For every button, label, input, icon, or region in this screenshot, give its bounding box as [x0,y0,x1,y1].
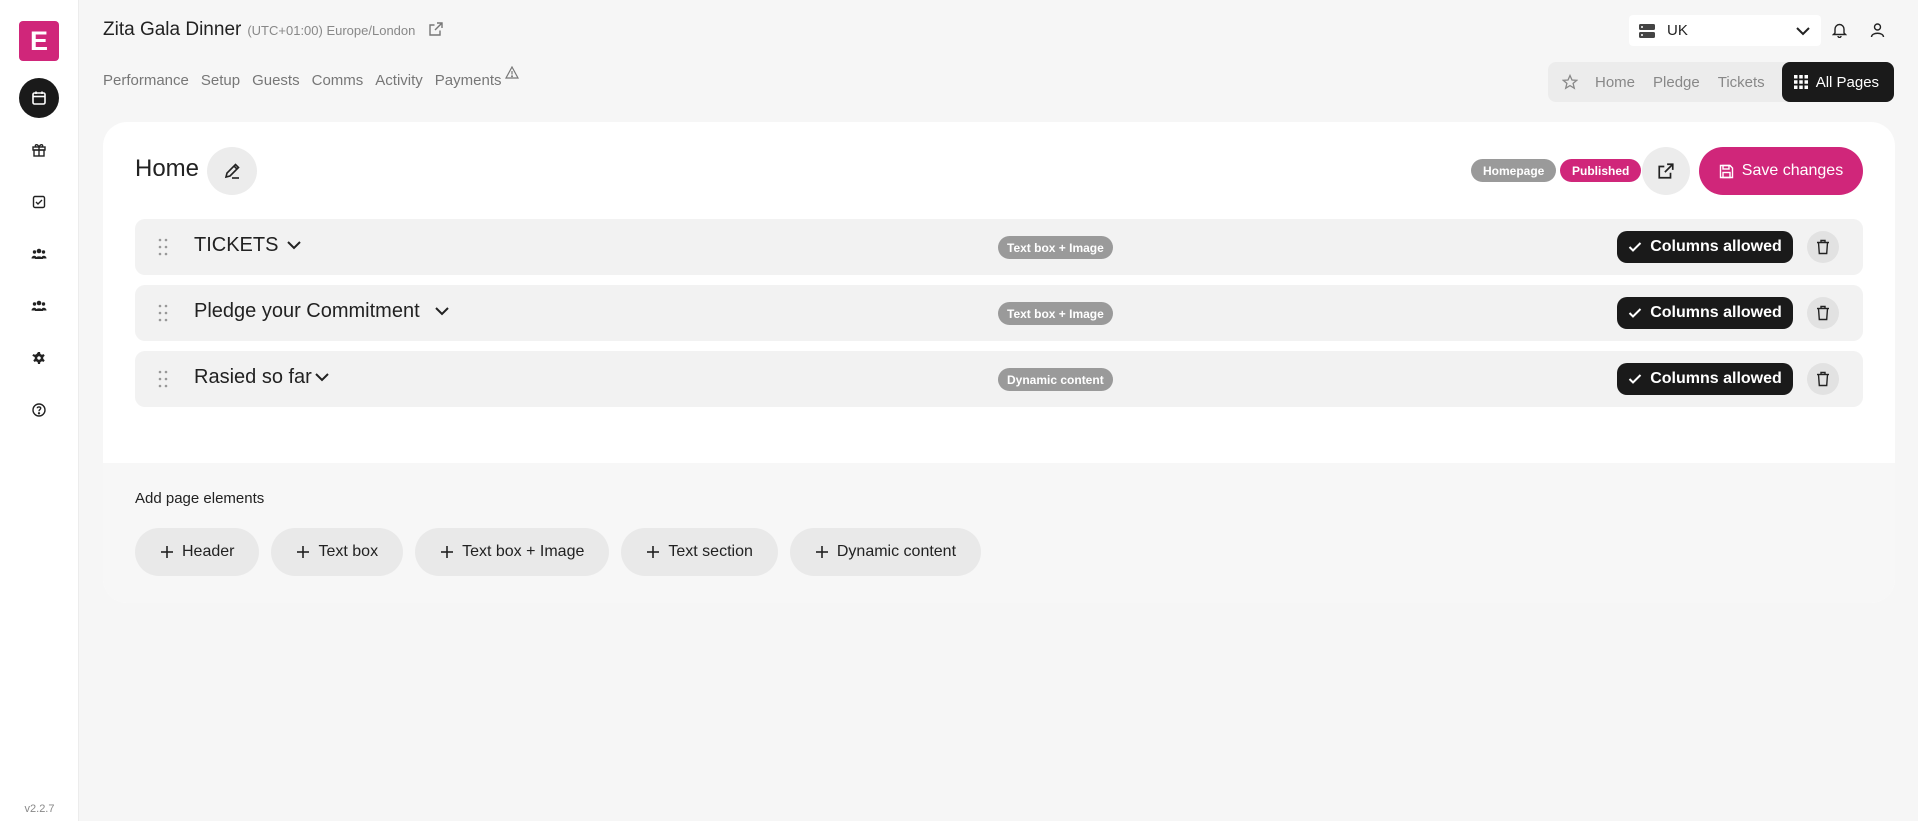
plus-icon [647,546,660,558]
team-icon[interactable] [19,286,59,326]
homepage-badge: Homepage [1471,159,1557,182]
drag-handle-icon[interactable] [158,238,168,256]
star-icon[interactable] [1562,74,1578,90]
plus-icon [441,546,454,558]
add-text-section-button[interactable]: Text section [621,528,778,576]
trash-icon [1817,305,1829,321]
add-elements-buttons: Header Text box Text box + Image Text se… [135,528,982,576]
all-pages-button[interactable]: All Pages [1781,62,1895,102]
event-nav-tabs: Performance Setup Guests Comms Activity … [103,65,519,89]
add-text-box-image-label: Text box + Image [462,543,585,560]
user-icon[interactable] [1870,22,1885,43]
plus-icon [161,546,173,558]
section-type-badge: Text box + Image [998,236,1113,259]
section-title: TICKETS [194,234,279,256]
bell-icon[interactable] [1831,22,1848,43]
quick-page-home[interactable]: Home [1586,74,1644,91]
page-editor-card: Home Homepage Published Save changes TIC… [103,122,1895,603]
columns-allowed-label: Columns allowed [1650,304,1782,321]
section-row: Pledge your Commitment Text box + Image … [135,285,1863,341]
section-row: TICKETS Text box + Image Columns allowed [135,219,1863,275]
chevron-down-icon[interactable] [434,306,450,316]
sidebar: E v2.2.7 [0,0,79,821]
calendar-icon[interactable] [19,78,59,118]
save-changes-button[interactable]: Save changes [1699,147,1863,195]
section-type-badge: Dynamic content [998,368,1113,391]
tab-comms[interactable]: Comms [312,72,364,89]
open-page-button[interactable] [1642,147,1690,195]
add-text-box-image-button[interactable]: Text box + Image [415,528,610,576]
edit-page-name-button[interactable] [207,147,257,195]
trash-icon [1817,239,1829,255]
add-text-box-button[interactable]: Text box [271,528,404,576]
app-version: v2.2.7 [24,803,55,815]
tab-payments: Payments [434,72,502,89]
all-pages-label: All Pages [1815,73,1880,91]
pencil-icon [224,163,240,179]
chevron-down-icon[interactable] [286,240,302,250]
help-icon[interactable] [19,390,59,430]
quick-page-pledge[interactable]: Pledge [1644,74,1709,91]
add-dynamic-content-label: Dynamic content [836,543,957,560]
add-text-section-label: Text section [668,543,753,560]
columns-allowed-toggle[interactable]: Columns allowed [1617,231,1793,263]
section-title: Pledge your Commitment [194,300,420,322]
app-logo[interactable]: E [19,21,59,61]
add-elements-title: Add page elements [135,490,265,507]
guests-icon[interactable] [19,234,59,274]
columns-allowed-toggle[interactable]: Columns allowed [1617,363,1793,395]
plus-icon [297,546,310,558]
event-name: Zita Gala Dinner [103,19,242,40]
event-title: Zita Gala Dinner (UTC+01:00) Europe/Lond… [103,19,415,41]
logo-letter: E [29,25,48,56]
published-badge: Published [1560,159,1642,182]
add-header-button[interactable]: Header [135,528,260,576]
gift-icon[interactable] [19,130,59,170]
tab-activity[interactable]: Activity [375,72,423,89]
section-row: Rasied so far Dynamic content Columns al… [135,351,1863,407]
plus-icon [815,546,828,558]
page-title: Home [135,155,200,182]
check-icon [1628,242,1642,252]
quick-page-tickets[interactable]: Tickets [1709,74,1774,91]
tab-payments-wrap[interactable]: Payments [434,65,519,89]
quick-pages-bar: Home Pledge Tickets All Pages [1548,62,1895,102]
delete-section-button[interactable] [1807,297,1839,329]
section-type-badge: Text box + Image [998,302,1113,325]
save-icon [1719,164,1733,178]
columns-allowed-label: Columns allowed [1650,238,1782,255]
open-event-external-icon[interactable] [428,21,444,42]
delete-section-button[interactable] [1807,231,1839,263]
event-timezone: (UTC+01:00) Europe/London [247,23,416,38]
warning-icon [504,65,519,79]
chevron-down-icon[interactable] [314,372,330,382]
settings-icon[interactable] [19,338,59,378]
server-icon [1639,23,1655,38]
columns-allowed-label: Columns allowed [1650,370,1782,387]
tab-performance[interactable]: Performance [103,72,189,89]
checklist-icon[interactable] [19,182,59,222]
region-label: UK [1667,22,1688,39]
add-header-label: Header [182,543,235,560]
drag-handle-icon[interactable] [158,370,168,388]
tab-setup[interactable]: Setup [201,72,240,89]
add-dynamic-content-button[interactable]: Dynamic content [789,528,982,576]
columns-allowed-toggle[interactable]: Columns allowed [1617,297,1793,329]
region-select[interactable]: UK [1629,15,1821,46]
add-elements-panel: Add page elements Header Text box Text b… [103,463,1895,603]
section-title: Rasied so far [194,366,312,388]
external-link-icon [1658,163,1674,179]
drag-handle-icon[interactable] [158,304,168,322]
add-text-box-label: Text box [318,543,379,560]
delete-section-button[interactable] [1807,363,1839,395]
chevron-down-icon [1796,26,1810,35]
check-icon [1628,374,1642,384]
tab-guests[interactable]: Guests [252,72,300,89]
check-icon [1628,308,1642,318]
save-changes-label: Save changes [1741,162,1844,179]
trash-icon [1817,371,1829,387]
grid-icon [1793,75,1808,89]
